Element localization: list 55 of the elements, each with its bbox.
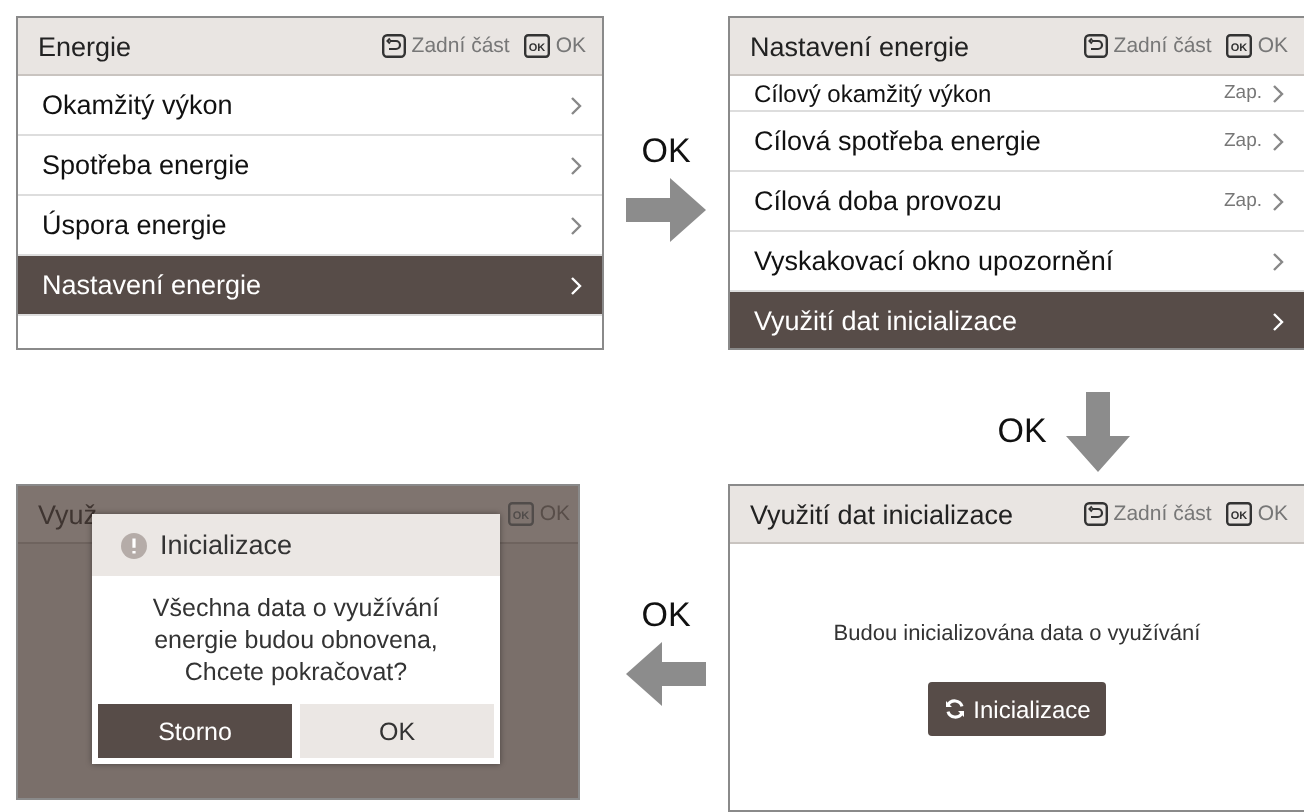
- menu-item[interactable]: Využití dat inicializace: [730, 292, 1304, 348]
- item-value: Zap.: [1223, 82, 1262, 104]
- dialog-button[interactable]: OK: [300, 704, 494, 758]
- menu-item-label: Vyskakovací okno upozornění: [754, 246, 1114, 276]
- ok-label: OK: [1257, 34, 1288, 58]
- menu-item-label: Cílová spotřeba energie: [754, 126, 1041, 156]
- chevron-icon: [570, 215, 582, 235]
- menu-item[interactable]: Spotřeba energie: [18, 136, 602, 196]
- ok-label: OK: [555, 34, 586, 58]
- menu-item-label: Úspora energie: [42, 210, 227, 240]
- menu-item-label: Cílová doba provozu: [754, 186, 1002, 216]
- chevron-icon: [1272, 83, 1284, 103]
- chevron-icon: [1272, 251, 1284, 271]
- menu-item-label: Cílový okamžitý výkon: [754, 79, 992, 107]
- warning-icon: [120, 531, 148, 559]
- back-icon: [381, 34, 406, 58]
- transition-label: OK: [997, 411, 1047, 451]
- ok-label: OK: [1257, 502, 1288, 526]
- transition-label: OK: [641, 132, 691, 172]
- menu-item-label: Spotřeba energie: [42, 150, 250, 180]
- chevron-icon: [1272, 191, 1284, 211]
- menu-item-label: Nastavení energie: [42, 270, 262, 300]
- screen-title: Nastavení energie: [750, 31, 970, 61]
- menu-item[interactable]: Okamžitý výkon: [18, 76, 602, 136]
- menu-item[interactable]: Cílová spotřeba energie Zap.: [730, 112, 1304, 172]
- dialog-title: Inicializace: [160, 530, 293, 560]
- arrow-icon: [626, 642, 706, 706]
- menu-item[interactable]: Cílový okamžitý výkon Zap.: [730, 76, 1304, 112]
- info-message: Budou inicializována data o využívání: [833, 622, 1201, 646]
- back-label: Zadní část: [1113, 34, 1212, 58]
- refresh-icon: [943, 698, 966, 720]
- menu-item-label: Okamžitý výkon: [42, 90, 233, 120]
- dialog-message: Všechna data o využívání energie budou obnovena, Chcete pokračovat?: [150, 592, 442, 690]
- item-value: Zap.: [1223, 130, 1262, 152]
- menu-item[interactable]: Nastavení energie: [18, 256, 602, 316]
- item-value: Zap.: [1223, 190, 1262, 212]
- arrow-icon: [1066, 391, 1131, 471]
- back-icon: [1083, 34, 1108, 58]
- transition-label: OK: [641, 596, 691, 636]
- chevron-icon: [1272, 131, 1284, 151]
- chevron-icon: [570, 155, 582, 175]
- arrow-icon: [626, 178, 706, 242]
- chevron-icon: [570, 275, 582, 295]
- chevron-icon: [570, 95, 582, 115]
- screen-title: Využití dat inicializace: [750, 499, 1014, 529]
- chevron-icon: [1272, 311, 1284, 331]
- back-icon: [1083, 502, 1108, 526]
- menu-item-label: Využití dat inicializace: [754, 306, 1018, 336]
- back-label: Zadní část: [411, 34, 510, 58]
- initialize-button[interactable]: Inicializace: [927, 682, 1107, 736]
- screen-title: Využ: [38, 499, 98, 529]
- screen-title: Energie: [38, 31, 132, 61]
- menu-item[interactable]: Cílová doba provozu Zap.: [730, 172, 1304, 232]
- dialog-button[interactable]: Storno: [98, 704, 292, 758]
- back-label: Zadní část: [1113, 502, 1212, 526]
